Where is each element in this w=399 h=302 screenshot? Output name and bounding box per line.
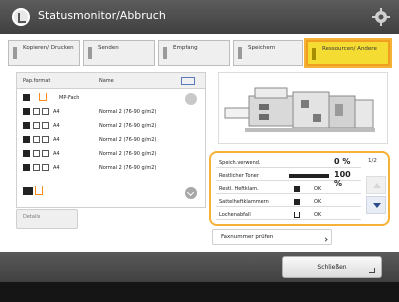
memory-usage-row: Speich.verwend. 0 % (216, 157, 361, 168)
status-label: Lochenabfall (219, 212, 251, 218)
tray-icon (33, 150, 40, 157)
status-label: Restlicher Toner (219, 173, 259, 179)
status-label: Restl. Heftklam. (219, 186, 259, 192)
gear-icon[interactable] (371, 7, 391, 27)
paper-type: Normal 2 (76-90 g/m2) (99, 123, 157, 129)
paper-size: A4 (53, 123, 60, 129)
status-indicator (294, 212, 300, 218)
page-up-button[interactable] (366, 176, 386, 194)
column-header-name: Name (99, 78, 114, 84)
paper-type: Normal 2 (76-90 g/m2) (99, 137, 157, 143)
paper-size: A4 (53, 109, 60, 115)
paper-icon (42, 136, 49, 143)
list-row[interactable] (23, 185, 63, 197)
tab-resources-other[interactable]: Ressourcen/ Andere (306, 40, 390, 66)
tab-marker (88, 47, 92, 59)
source-icon (23, 108, 30, 115)
toner-level-row: Restlicher Toner 100 % (216, 170, 361, 188)
tray-icon (39, 93, 47, 101)
view-toggle-icon[interactable] (181, 77, 195, 85)
status-value: OK (314, 186, 322, 192)
status-value: OK (314, 212, 322, 218)
window-title: Statusmonitor/Abbruch (38, 9, 166, 22)
paper-icon (42, 164, 49, 171)
scroll-up-button[interactable] (185, 93, 197, 105)
paper-type: Normal 2 (76-90 g/m2) (99, 109, 157, 115)
paper-size: A4 (53, 165, 60, 171)
tab-label: Senden (98, 45, 119, 51)
source-icon (23, 94, 30, 101)
paper-icon (42, 108, 49, 115)
tab-marker (238, 47, 242, 59)
tab-receive[interactable]: Empfang (158, 40, 230, 66)
list-header: Pap.format Name (17, 73, 205, 89)
tab-marker (13, 47, 17, 59)
scroll-down-button[interactable] (185, 187, 197, 199)
tab-label: Speichern (248, 45, 276, 51)
page-down-button[interactable] (366, 196, 386, 214)
check-fax-number-button[interactable]: Faxnummer prüfen (212, 229, 332, 245)
toner-level-bar (289, 174, 329, 178)
tab-store[interactable]: Speichern (233, 40, 303, 66)
status-label: Sattelheftklammern (219, 199, 269, 205)
staple-level-row: Restl. Heftklam. OK (216, 183, 361, 194)
details-button[interactable]: Details (16, 209, 78, 229)
status-indicator (294, 199, 300, 205)
footer-strip (0, 282, 399, 302)
source-icon (23, 164, 30, 171)
column-header-paper-format: Pap.format (23, 78, 51, 84)
source-icon (23, 150, 30, 157)
paper-icon (42, 150, 49, 157)
source-icon (23, 136, 30, 143)
button-label: Schließen (317, 264, 347, 271)
tab-label: Empfang (173, 45, 198, 51)
list-row[interactable]: A4 Normal 2 (76-90 g/m2) (17, 105, 205, 119)
source-icon (23, 122, 30, 129)
printer-illustration (224, 87, 375, 132)
paper-size: A4 (53, 151, 60, 157)
saddle-staple-row: Sattelheftklammern OK (216, 196, 361, 207)
consumables-list: Speich.verwend. 0 % Restlicher Toner 100… (216, 157, 361, 223)
tab-bar: Kopieren/ Drucken Senden Empfang Speiche… (8, 40, 391, 66)
tab-marker (312, 48, 316, 60)
status-monitor-screen: Statusmonitor/Abbruch Kopieren/ Drucken … (0, 0, 399, 302)
paper-type: Normal 2 (76-90 g/m2) (99, 151, 157, 157)
tray-icon (33, 136, 40, 143)
tab-label: Ressourcen/ Andere (322, 46, 377, 52)
tab-send[interactable]: Senden (83, 40, 155, 66)
tray-icon (33, 108, 40, 115)
close-button[interactable]: Schließen (282, 256, 382, 278)
enter-icon (369, 268, 375, 273)
list-row[interactable]: A4 Normal 2 (76-90 g/m2) (17, 161, 205, 175)
paper-size: A4 (53, 137, 60, 143)
paper-icon (42, 122, 49, 129)
tray-icon (33, 164, 40, 171)
list-row[interactable]: A4 Normal 2 (76-90 g/m2) (17, 147, 205, 161)
list-row[interactable]: A4 Normal 2 (76-90 g/m2) (17, 119, 205, 133)
paper-size: MP-Fach (59, 95, 80, 101)
tray-icon (33, 122, 40, 129)
page-indicator: 1/2 (368, 158, 377, 164)
status-value: 0 % (334, 157, 351, 166)
tab-marker (163, 47, 167, 59)
chevron-right-icon (323, 237, 328, 242)
status-monitor-icon (12, 8, 30, 26)
paper-source-list: Pap.format Name MP-Fach A4 Normal 2 (76-… (16, 72, 206, 208)
list-row[interactable]: MP-Fach (17, 91, 205, 105)
title-bar: Statusmonitor/Abbruch (0, 0, 399, 34)
list-row[interactable]: A4 Normal 2 (76-90 g/m2) (17, 133, 205, 147)
punch-waste-row: Lochenabfall OK (216, 209, 361, 220)
tab-label: Kopieren/ Drucken (23, 45, 74, 51)
button-label: Faxnummer prüfen (221, 234, 274, 240)
status-indicator (294, 186, 300, 192)
tray-icon (35, 186, 43, 195)
source-icon (23, 187, 33, 195)
status-value: OK (314, 199, 322, 205)
paper-type: Normal 2 (76-90 g/m2) (99, 165, 157, 171)
tab-copy-print[interactable]: Kopieren/ Drucken (8, 40, 80, 66)
status-label: Speich.verwend. (219, 160, 261, 166)
